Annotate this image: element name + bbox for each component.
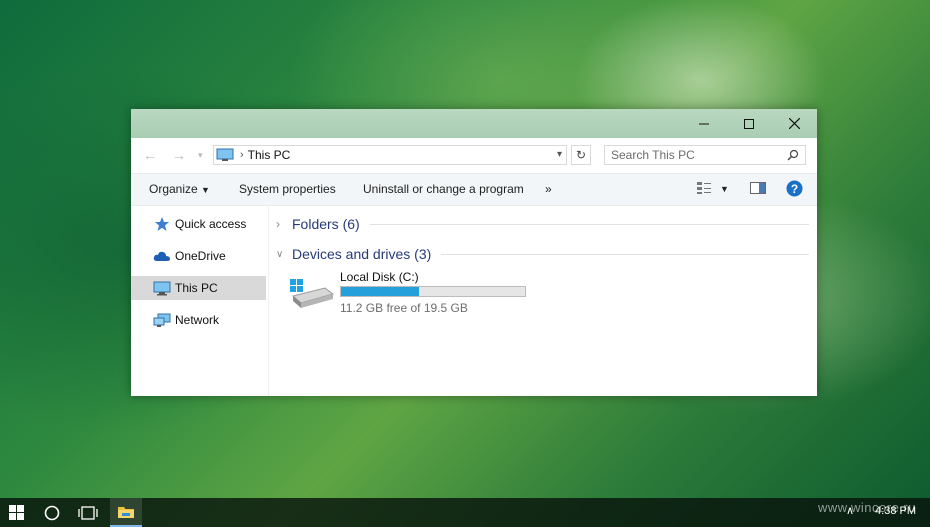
recent-locations-chevron-icon[interactable]: ▾ bbox=[198, 150, 203, 161]
minimize-icon bbox=[699, 123, 709, 124]
view-options-chevron-icon[interactable]: ▼ bbox=[720, 184, 729, 194]
folder-icon bbox=[118, 507, 134, 518]
navigation-bar: ← → ▾ › This PC ▾ ↻ bbox=[131, 138, 817, 173]
view-details-icon bbox=[697, 182, 711, 194]
minimize-button[interactable] bbox=[681, 109, 727, 138]
devices-group-title: Devices and drives (3) bbox=[292, 246, 432, 262]
system-properties-button[interactable]: System properties bbox=[239, 182, 336, 196]
back-arrow-icon[interactable]: ← bbox=[143, 147, 157, 163]
drive-name: Local Disk (C:) bbox=[340, 270, 419, 284]
maximize-icon bbox=[744, 118, 754, 129]
devices-group-header[interactable]: ∨ Devices and drives (3) bbox=[276, 244, 809, 264]
sidebar-item-network[interactable]: Network bbox=[131, 308, 266, 332]
help-icon: ? bbox=[786, 180, 803, 197]
sidebar-item-label: OneDrive bbox=[175, 249, 226, 263]
sidebar-item-label: This PC bbox=[175, 281, 218, 295]
command-bar: Organize ▼ System properties Uninstall o… bbox=[131, 173, 817, 206]
start-button[interactable] bbox=[0, 498, 32, 527]
chevron-down-icon: ▼ bbox=[201, 185, 210, 195]
organize-menu[interactable]: Organize ▼ bbox=[149, 182, 210, 196]
preview-pane-icon bbox=[750, 182, 766, 194]
maximize-button[interactable] bbox=[726, 109, 772, 138]
cortana-button[interactable] bbox=[36, 498, 68, 527]
refresh-icon: ↻ bbox=[575, 148, 587, 162]
help-button[interactable]: ? bbox=[786, 180, 803, 200]
cortana-circle-icon bbox=[44, 505, 60, 520]
search-input[interactable] bbox=[611, 148, 781, 162]
change-view-button[interactable] bbox=[696, 181, 712, 198]
drive-free-space: 11.2 GB free of 19.5 GB bbox=[340, 301, 468, 315]
address-bar[interactable]: › This PC ▾ bbox=[213, 145, 567, 165]
preview-pane-button[interactable] bbox=[750, 182, 766, 197]
organize-label: Organize bbox=[149, 182, 198, 196]
sidebar-item-this-pc[interactable]: This PC bbox=[131, 276, 266, 300]
cloud-icon bbox=[153, 247, 171, 265]
group-divider bbox=[369, 223, 809, 225]
content-area: Quick access OneDrive This PC Network › … bbox=[131, 206, 817, 396]
drive-item-local-disk[interactable]: Local Disk (C:) 11.2 GB free of 19.5 GB bbox=[289, 270, 529, 316]
sidebar-item-onedrive[interactable]: OneDrive bbox=[131, 244, 266, 268]
group-divider bbox=[441, 253, 809, 255]
refresh-button[interactable]: ↻ bbox=[571, 145, 591, 165]
breadcrumb-location[interactable]: This PC bbox=[248, 148, 291, 162]
close-button[interactable] bbox=[771, 109, 817, 138]
search-box[interactable] bbox=[604, 145, 806, 165]
computer-icon bbox=[216, 148, 234, 161]
file-explorer-window: ← → ▾ › This PC ▾ ↻ Organize ▼ System pr… bbox=[131, 109, 817, 396]
task-view-button[interactable] bbox=[72, 498, 104, 527]
sidebar-item-quick-access[interactable]: Quick access bbox=[131, 212, 266, 236]
breadcrumb-separator-icon: › bbox=[240, 149, 244, 161]
task-view-icon bbox=[78, 505, 98, 520]
network-icon bbox=[153, 311, 171, 329]
drive-usage-fill bbox=[341, 287, 420, 296]
uninstall-program-button[interactable]: Uninstall or change a program bbox=[363, 182, 524, 196]
computer-icon bbox=[153, 279, 171, 297]
folders-group-header[interactable]: › Folders (6) bbox=[276, 214, 809, 234]
search-icon[interactable] bbox=[787, 149, 799, 161]
navigation-pane: Quick access OneDrive This PC Network bbox=[131, 206, 269, 396]
address-dropdown-icon[interactable]: ▾ bbox=[557, 149, 562, 160]
sidebar-item-label: Quick access bbox=[175, 217, 247, 231]
forward-arrow-icon[interactable]: → bbox=[172, 147, 186, 163]
chevron-right-icon: › bbox=[276, 217, 280, 231]
svg-text:?: ? bbox=[791, 182, 798, 196]
watermark: www.wincore.ru bbox=[817, 500, 916, 515]
close-icon bbox=[788, 118, 800, 129]
star-icon bbox=[153, 215, 171, 233]
title-bar[interactable] bbox=[131, 109, 817, 138]
windows-logo-icon bbox=[8, 505, 24, 520]
folders-group-title: Folders (6) bbox=[292, 216, 360, 232]
taskbar: ∧ 4:38 PM bbox=[0, 498, 930, 527]
drive-usage-bar bbox=[340, 286, 526, 297]
more-commands-button[interactable]: » bbox=[545, 182, 552, 196]
hard-drive-icon bbox=[290, 279, 335, 308]
chevron-down-icon: ∨ bbox=[276, 248, 284, 260]
sidebar-item-label: Network bbox=[175, 313, 220, 327]
file-explorer-taskbar-button[interactable] bbox=[110, 498, 142, 527]
